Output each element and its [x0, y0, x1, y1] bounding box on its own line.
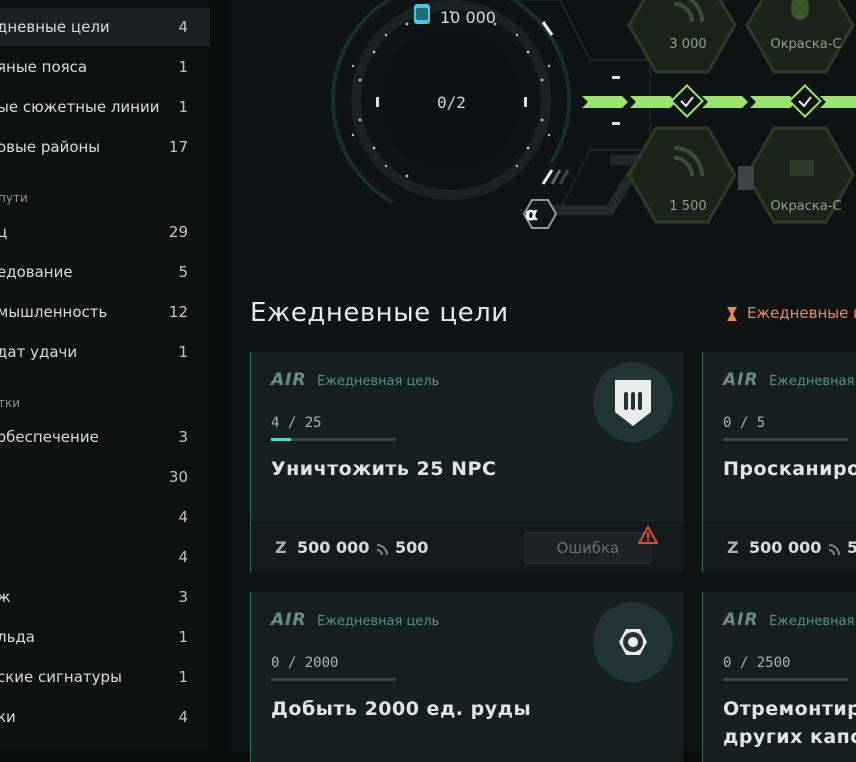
goal-name: Уничтожить 25 NPC [271, 458, 497, 480]
reward-isk: 500 000 [749, 538, 822, 557]
goal-name-line2: других капс [723, 726, 856, 748]
sidebar-item-belts[interactable]: яные пояса 1 [0, 48, 210, 86]
daily-timer-label: Ежедневные ц [747, 304, 856, 322]
sidebar-section-paths: пути [0, 191, 28, 205]
dial-progress: 0/2 [437, 93, 466, 112]
ammo-icon [593, 362, 673, 442]
sidebar-item-label: ые сюжетные линии [0, 98, 160, 116]
lp-icon [375, 542, 389, 556]
sidebar-item-activity-6[interactable]: льда 1 [0, 618, 210, 656]
sidebar-section-2: тки [0, 396, 21, 410]
sidebar-item-label: ж [0, 588, 11, 606]
lp-icon [827, 542, 841, 556]
sidebar-item-count: 1 [178, 668, 188, 686]
air-logo: AIR [723, 370, 759, 390]
goal-kind: Ежедневная ц [769, 374, 856, 389]
reward-label-bottom-2: Окраска-С [770, 199, 842, 214]
sidebar-item-activity-5[interactable]: ж 3 [0, 578, 210, 616]
goal-name: Добыть 2000 ед. руды [271, 698, 532, 720]
reward-lp: 5 [847, 538, 856, 557]
goal-name: Отремонтиро [723, 698, 856, 720]
page-title: Ежедневные цели [250, 298, 509, 328]
goal-progress-fill [271, 438, 291, 441]
error-button[interactable]: Ошибка [525, 532, 651, 564]
goal-progress-text: 0 / 5 [723, 415, 766, 431]
sidebar-item-activity-4[interactable]: 4 [0, 538, 210, 576]
sidebar-item-label: ки [0, 708, 16, 726]
sidebar-item-activity-7[interactable]: ские сигнатуры 1 [0, 658, 210, 696]
sidebar-item-count: 5 [178, 263, 188, 281]
goal-progress-text: 0 / 2500 [723, 655, 791, 671]
reward-isk: 500 000 [297, 538, 370, 557]
sidebar-item-count: 17 [168, 138, 188, 156]
currency-value: 10 000 [440, 8, 496, 27]
reward-label-top-1: 3 000 [669, 37, 707, 52]
sidebar-item-label: ские сигнатуры [0, 668, 122, 686]
sidebar: дневные цели 4 яные пояса 1 ые сюжетные … [0, 0, 210, 751]
goal-card[interactable]: AIR Ежедневная цель 0 / 2500 Отремонтиро… [702, 592, 856, 762]
sidebar-item-count: 29 [168, 223, 188, 241]
sidebar-item-activity-2[interactable]: 30 [0, 458, 210, 496]
sidebar-item-count: 3 [178, 428, 188, 446]
sidebar-item-count: 1 [178, 98, 188, 116]
goal-name: Просканиров [723, 458, 856, 480]
sidebar-item-label: дневные цели [0, 18, 110, 36]
sidebar-item-count: 3 [178, 588, 188, 606]
goal-kind: Ежедневная цель [769, 614, 856, 629]
sidebar-item-label: овые районы [0, 138, 101, 156]
sidebar-item-path-2[interactable]: едование 5 [0, 253, 210, 291]
sidebar-item-label: мышленность [0, 303, 108, 321]
goal-progress-bar [271, 678, 396, 681]
gear-icon [593, 602, 673, 682]
sidebar-item-count: 4 [178, 548, 188, 566]
goal-card[interactable]: AIR Ежедневная цель 4 / 25 Уничтожить 25… [250, 352, 683, 572]
sidebar-item-count: 4 [178, 508, 188, 526]
sidebar-item-activity-1[interactable]: обеспечение 3 [0, 418, 210, 456]
hourglass-icon [727, 307, 737, 321]
goal-progress-bar [723, 438, 848, 441]
sidebar-item-daily-goals[interactable]: дневные цели 4 [0, 8, 210, 46]
reward-label-bottom-1: 1 500 [669, 199, 707, 214]
sidebar-item-count: 12 [168, 303, 188, 321]
reward-lp: 500 [395, 538, 429, 557]
sidebar-item-count: 1 [178, 628, 188, 646]
sidebar-item-label: яные пояса [0, 58, 88, 76]
goal-card[interactable]: AIR Ежедневная цель 0 / 2000 Добыть 2000… [250, 592, 683, 762]
air-logo: AIR [271, 370, 307, 390]
isk-icon: Z [275, 538, 287, 557]
sidebar-item-label: льда [0, 628, 35, 646]
sidebar-item-path-1[interactable]: ц 29 [0, 213, 210, 251]
goal-kind: Ежедневная цель [317, 614, 440, 629]
isk-icon: Z [727, 538, 739, 557]
sidebar-item-activity-8[interactable]: ки 4 [0, 698, 210, 736]
sidebar-item-districts[interactable]: овые районы 17 [0, 128, 210, 166]
sidebar-item-storylines[interactable]: ые сюжетные линии 1 [0, 88, 210, 126]
sidebar-item-count: 4 [178, 18, 188, 36]
sidebar-item-label: ц [0, 223, 8, 241]
warning-icon [638, 526, 658, 544]
sidebar-item-count: 30 [168, 468, 188, 486]
goal-progress-bar [271, 438, 396, 441]
goal-progress-text: 4 / 25 [271, 415, 322, 431]
alpha-symbol: α [525, 203, 539, 225]
sidebar-item-label: дат удачи [0, 343, 78, 361]
goal-kind: Ежедневная цель [317, 374, 440, 389]
sidebar-item-label: обеспечение [0, 428, 99, 446]
sidebar-item-activity-3[interactable]: 4 [0, 498, 210, 536]
goal-progress-bar [723, 678, 848, 681]
reward-label-top-2: Окраска-С [770, 37, 842, 52]
goal-card[interactable]: AIR Ежедневная ц 0 / 5 Просканиров Z 500… [702, 352, 856, 572]
air-logo: AIR [723, 610, 759, 630]
sidebar-item-label: едование [0, 263, 73, 281]
sidebar-item-path-4[interactable]: дат удачи 1 [0, 333, 210, 371]
air-logo: AIR [271, 610, 307, 630]
sidebar-item-count: 1 [178, 58, 188, 76]
sidebar-item-count: 4 [178, 708, 188, 726]
sidebar-item-count: 1 [178, 343, 188, 361]
goal-progress-text: 0 / 2000 [271, 655, 339, 671]
sidebar-item-path-3[interactable]: мышленность 12 [0, 293, 210, 331]
